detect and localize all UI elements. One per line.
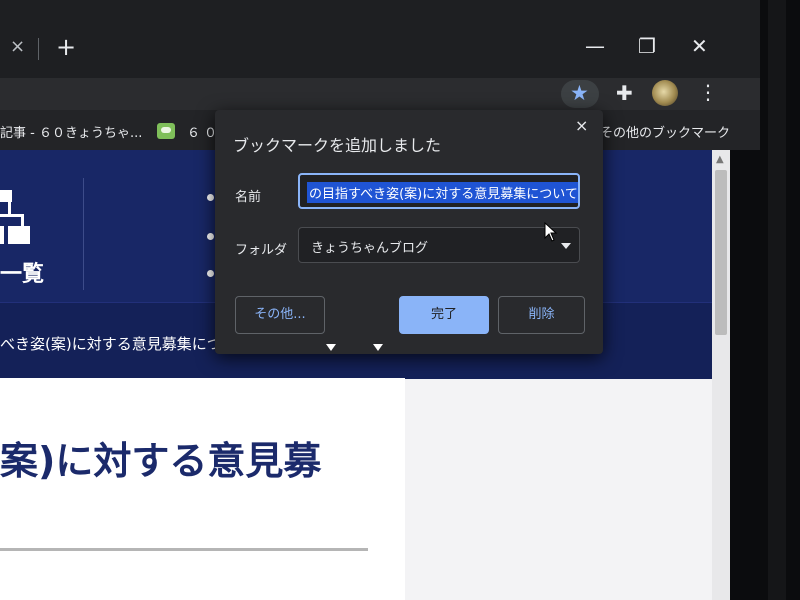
hero-bullet <box>207 270 214 277</box>
folder-label: フォルダ <box>235 243 288 258</box>
more-options-button[interactable]: その他... <box>235 296 325 334</box>
folder-select-value: きょうちゃんブログ <box>311 241 429 256</box>
maximize-button[interactable]: ❐ <box>638 34 656 58</box>
hero-bullet <box>207 233 214 240</box>
done-button[interactable]: 完了 <box>399 296 489 334</box>
browser-menu-icon[interactable]: ⋮ <box>698 80 718 104</box>
sitemap-icon <box>0 190 30 244</box>
dialog-caret-icon <box>373 344 383 351</box>
extensions-puzzle-icon[interactable]: ✚ <box>616 81 633 105</box>
bookmark-item[interactable]: 記事 - ６０きょうちゃ... <box>0 122 142 141</box>
bookmark-name-value: の目指すべき姿(案)に対する意見募集について <box>307 182 578 203</box>
minimize-button[interactable]: — <box>585 34 605 58</box>
browser-toolbar: ★ ✚ ⋮ <box>0 78 760 110</box>
dialog-title: ブックマークを追加しました <box>233 136 442 155</box>
dialog-caret-icon <box>326 344 336 351</box>
profile-avatar[interactable] <box>652 80 678 106</box>
tab-strip: × + — ❐ ✕ <box>0 0 760 78</box>
hero-page-title: べき姿(案)に対する意見募集について <box>0 335 252 353</box>
close-icon[interactable]: × <box>575 116 588 135</box>
folder-select[interactable]: きょうちゃんブログ <box>298 227 580 263</box>
hero-divider <box>83 178 84 290</box>
star-icon: ★ <box>570 81 589 105</box>
article-title: 案)に対する意見募 <box>0 439 322 483</box>
page-scrollbar[interactable]: ▲ <box>712 150 730 600</box>
mouse-cursor-icon <box>544 222 558 242</box>
scrollbar-thumb[interactable] <box>715 170 727 335</box>
delete-button[interactable]: 削除 <box>498 296 585 334</box>
tab-close-icon[interactable]: × <box>10 36 25 57</box>
new-tab-button[interactable]: + <box>56 33 76 61</box>
tab-separator <box>38 38 39 60</box>
other-bookmarks-folder[interactable]: その他のブックマーク <box>600 122 730 141</box>
bookmark-favicon-icon <box>157 123 175 139</box>
window-close-button[interactable]: ✕ <box>691 34 708 58</box>
bookmark-star-button[interactable]: ★ <box>561 80 599 108</box>
chevron-down-icon <box>561 243 571 249</box>
hero-list-label[interactable]: 一覧 <box>0 256 44 288</box>
hero-bullet <box>207 194 214 201</box>
article-panel <box>0 378 405 600</box>
article-divider <box>0 548 368 551</box>
bookmark-name-input[interactable]: の目指すべき姿(案)に対する意見募集について <box>298 173 580 209</box>
name-label: 名前 <box>235 190 262 205</box>
scroll-up-icon[interactable]: ▲ <box>716 154 724 165</box>
screen-bezel <box>760 0 800 600</box>
